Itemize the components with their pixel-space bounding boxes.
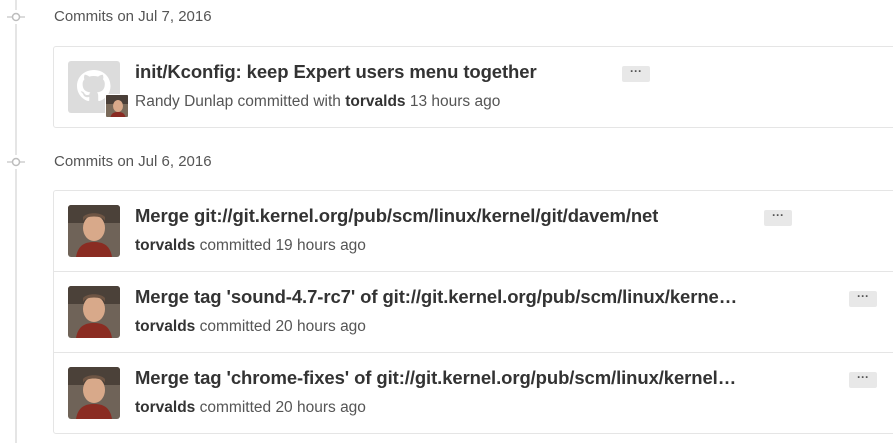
- author-link[interactable]: torvalds: [135, 399, 195, 416]
- commit-time: 13 hours ago: [409, 93, 501, 110]
- torvalds-avatar[interactable]: [68, 205, 120, 257]
- commit-row: Merge tag 'sound-4.7-rc7' of git://git.k…: [54, 271, 893, 352]
- torvalds-small-avatar[interactable]: [105, 94, 129, 118]
- commit-timeline: Commits on Jul 7, 2016 init/Kconfig: kee…: [0, 0, 893, 443]
- commit-node-icon: [4, 155, 28, 169]
- expand-message-button[interactable]: ···: [849, 371, 877, 388]
- group-date-title: Commits on Jul 7, 2016: [54, 8, 212, 25]
- commit-meta: torvalds committed 19 hours ago: [135, 237, 366, 255]
- commit-message-link[interactable]: Merge tag 'sound-4.7-rc7' of git://git.k…: [135, 286, 737, 308]
- commit-list: init/Kconfig: keep Expert users menu tog…: [53, 46, 893, 128]
- torvalds-avatar[interactable]: [68, 367, 120, 419]
- commit-row: init/Kconfig: keep Expert users menu tog…: [54, 47, 893, 127]
- torvalds-avatar[interactable]: [68, 286, 120, 338]
- commit-message-link[interactable]: Merge git://git.kernel.org/pub/scm/linux…: [135, 205, 658, 227]
- commit-action: committed: [199, 318, 272, 335]
- author-link[interactable]: torvalds: [135, 237, 195, 254]
- commit-meta: Randy Dunlap committed with torvalds 13 …: [135, 93, 500, 111]
- commit-list: Merge git://git.kernel.org/pub/scm/linux…: [53, 190, 893, 434]
- commit-message-link[interactable]: Merge tag 'chrome-fixes' of git://git.ke…: [135, 367, 736, 389]
- commit-time: 19 hours ago: [275, 237, 366, 254]
- expand-message-button[interactable]: ···: [764, 209, 792, 226]
- commit-message-link[interactable]: init/Kconfig: keep Expert users menu tog…: [135, 61, 537, 83]
- expand-message-button[interactable]: ···: [622, 65, 650, 82]
- commit-meta: torvalds committed 20 hours ago: [135, 399, 366, 417]
- commit-meta: torvalds committed 20 hours ago: [135, 318, 366, 336]
- commit-node-icon: [4, 10, 28, 24]
- commit-time: 20 hours ago: [275, 318, 366, 335]
- commit-action: committed: [199, 237, 272, 254]
- author-link[interactable]: torvalds: [135, 318, 195, 335]
- author-name[interactable]: Randy Dunlap: [135, 93, 233, 110]
- timeline-line: [15, 0, 17, 443]
- expand-message-button[interactable]: ···: [849, 290, 877, 307]
- commit-row: Merge git://git.kernel.org/pub/scm/linux…: [54, 191, 893, 271]
- commit-action: committed with: [237, 93, 341, 110]
- committer-link[interactable]: torvalds: [345, 93, 405, 110]
- commit-action: committed: [199, 399, 272, 416]
- group-date-title: Commits on Jul 6, 2016: [54, 153, 212, 170]
- commit-row: Merge tag 'chrome-fixes' of git://git.ke…: [54, 352, 893, 433]
- commit-time: 20 hours ago: [275, 399, 366, 416]
